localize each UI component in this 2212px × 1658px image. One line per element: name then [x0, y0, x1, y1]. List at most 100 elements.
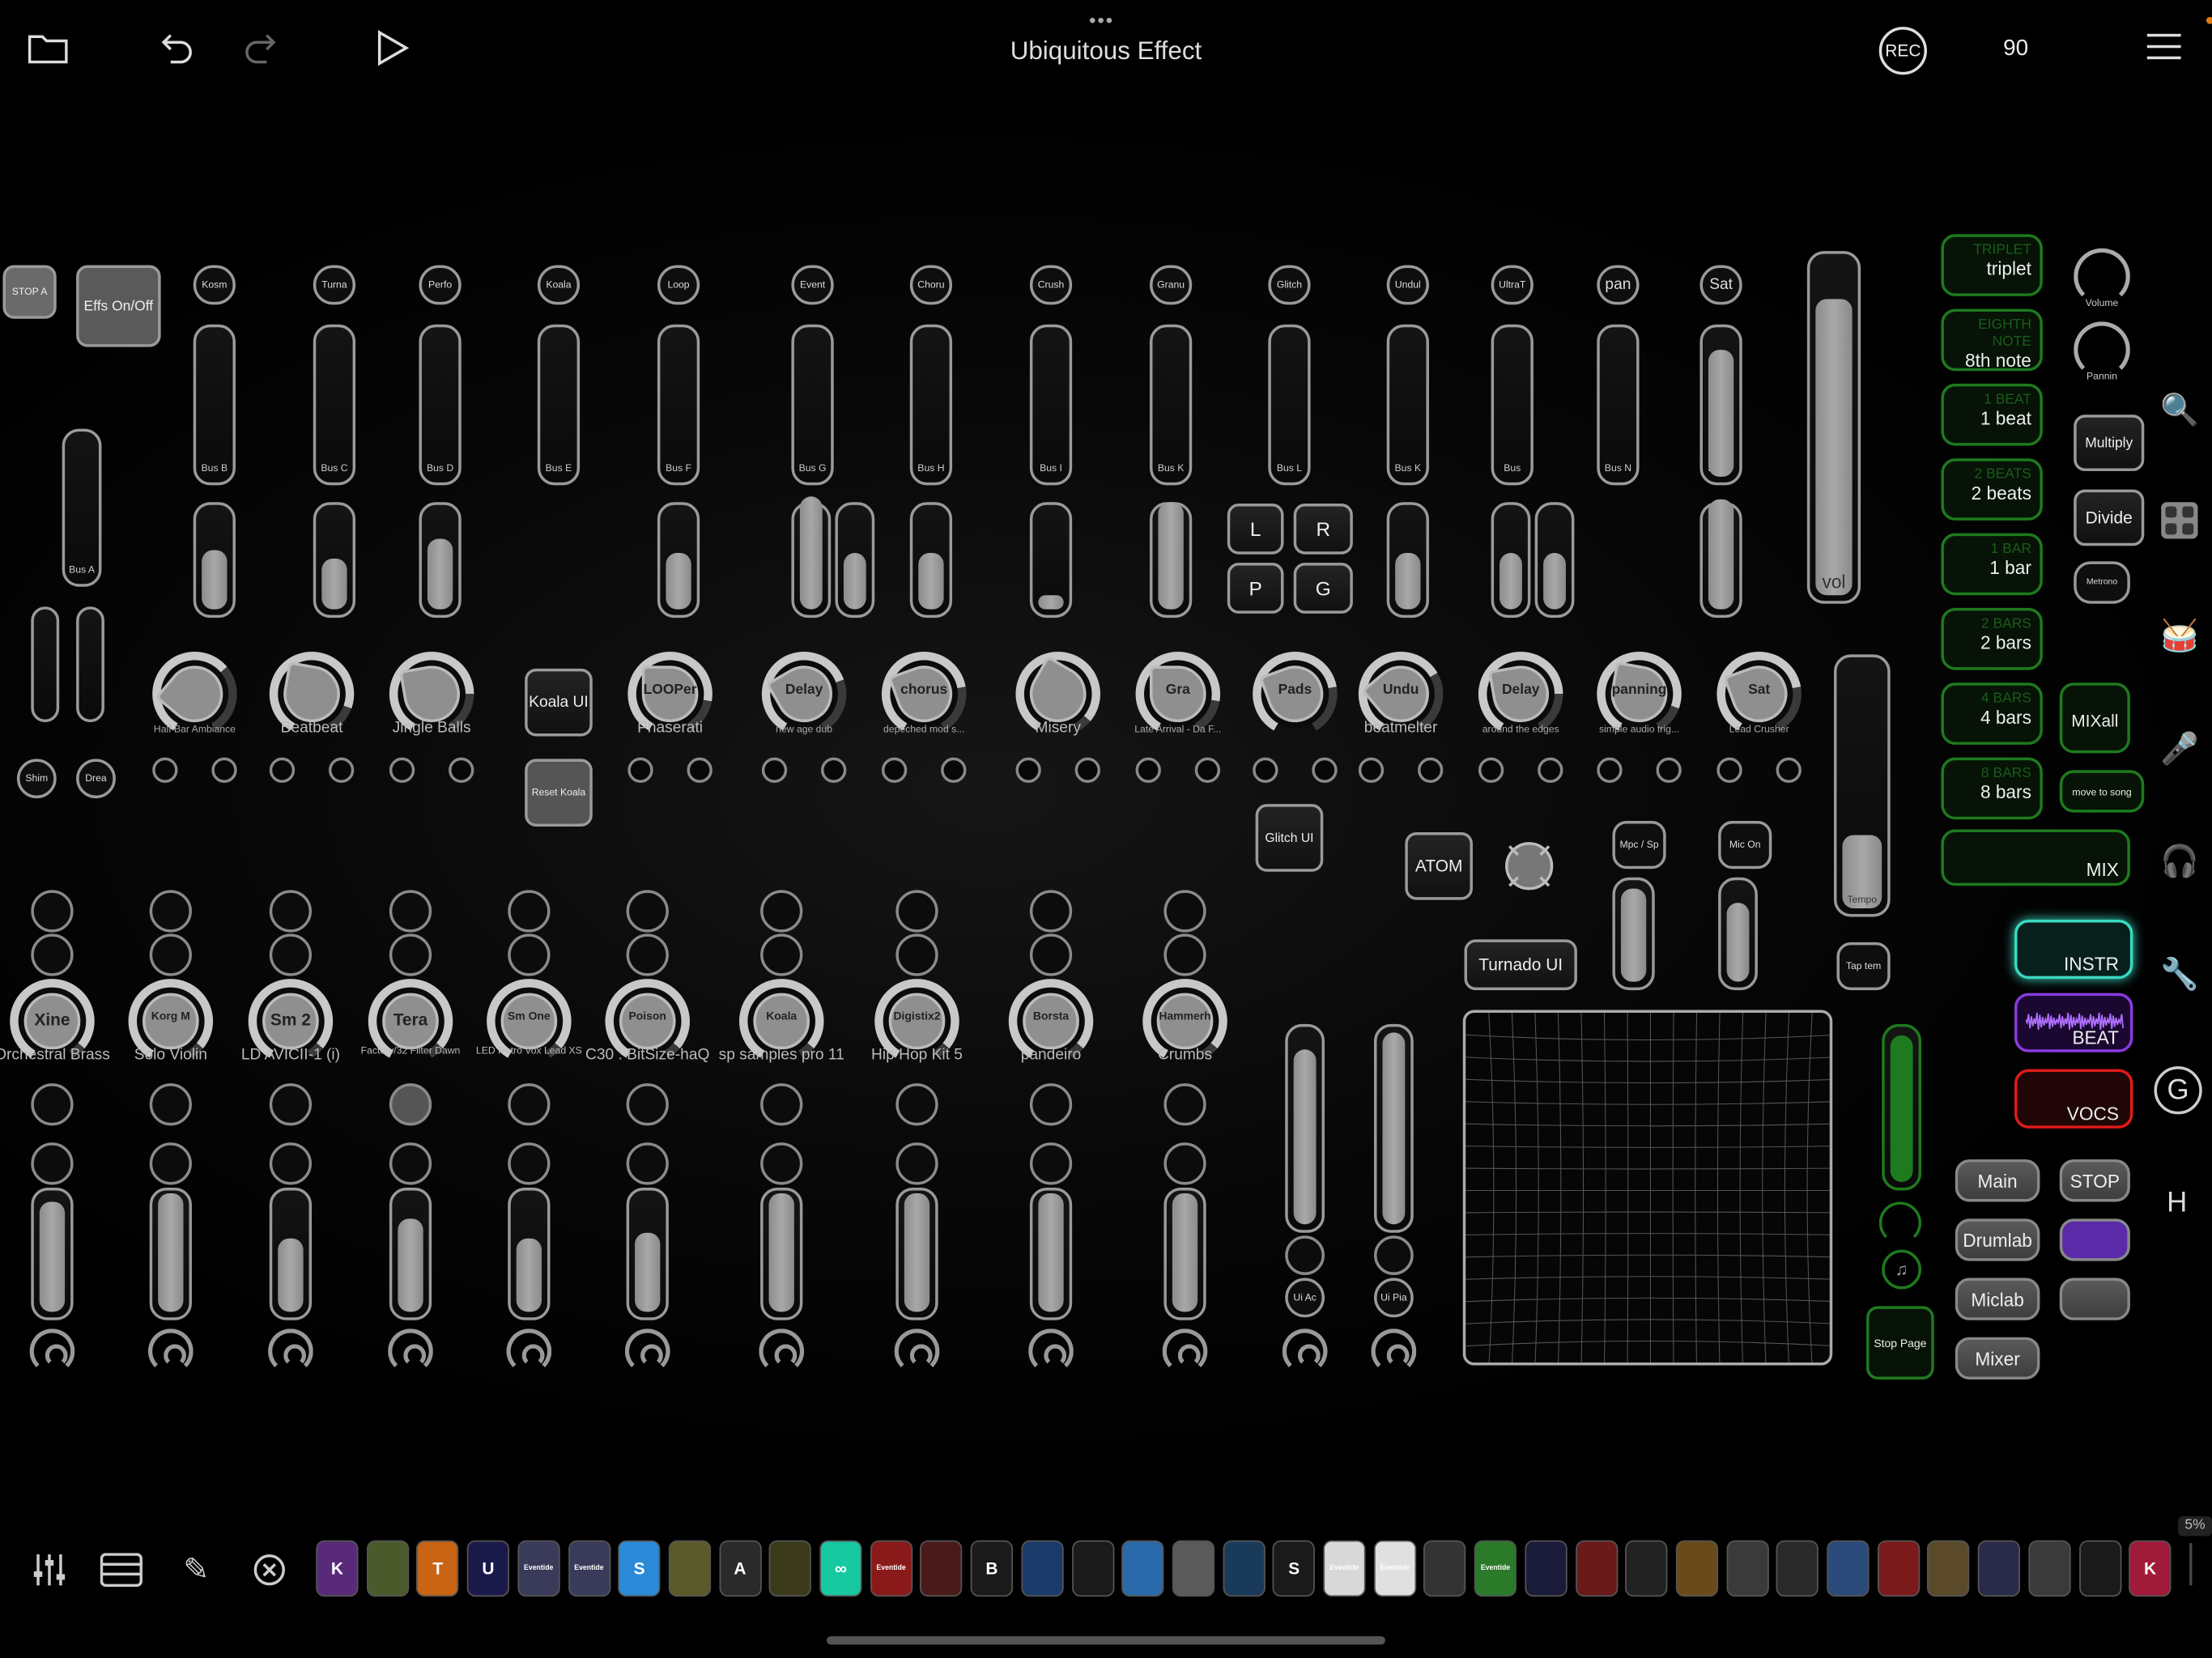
instr-slot-d-7[interactable]: [895, 1142, 938, 1185]
bus-level-fader-10[interactable]: [1386, 502, 1429, 619]
dock-app-27[interactable]: [1675, 1540, 1718, 1597]
instr-slot-d-9[interactable]: [1163, 1142, 1206, 1185]
instr-slot-b-3[interactable]: [389, 933, 432, 976]
instrument-pan-knob-6[interactable]: [759, 1329, 805, 1375]
bus-send-fader-0[interactable]: Bus B: [193, 324, 236, 486]
bus-name-7[interactable]: Crush: [1029, 265, 1073, 305]
fader-drea[interactable]: [76, 606, 104, 723]
bus-send-fader-4[interactable]: Bus F: [657, 324, 700, 486]
bus-level-fader-2[interactable]: [419, 502, 462, 619]
instr-slot-b-6[interactable]: [760, 933, 803, 976]
g-button[interactable]: G: [1293, 563, 1353, 614]
instrument-pan-knob-4[interactable]: [506, 1329, 552, 1375]
fx-ring-right-3[interactable]: [687, 757, 713, 783]
dock-app-22[interactable]: [1423, 1540, 1466, 1597]
dock-app-34[interactable]: [2028, 1540, 2071, 1597]
instrument-pan-knob-2[interactable]: [268, 1329, 313, 1375]
stop-page-button[interactable]: Stop Page: [1866, 1306, 1934, 1380]
instr-slot-b-9[interactable]: [1163, 933, 1206, 976]
ui-pia-slot[interactable]: [1374, 1235, 1414, 1276]
ui-pia-fader[interactable]: [1374, 1023, 1414, 1233]
bus-name-9[interactable]: Glitch: [1268, 265, 1311, 305]
bus-send-fader-6[interactable]: Bus H: [909, 324, 953, 486]
effs-toggle-button[interactable]: Effs On/Off: [76, 265, 161, 347]
dock-app-28[interactable]: [1725, 1540, 1769, 1597]
stop-a-button[interactable]: STOP A: [2, 265, 57, 319]
instr-slot-d-6[interactable]: [760, 1142, 803, 1185]
bus-level-fader-4[interactable]: [657, 502, 700, 619]
instrument-pan-knob-5[interactable]: [624, 1329, 670, 1375]
microphone-icon[interactable]: 🎤: [2159, 728, 2201, 770]
wrench-icon[interactable]: 🔧: [2159, 954, 2201, 996]
dock-app-0[interactable]: K: [316, 1540, 359, 1597]
fx-ring-right-2[interactable]: [449, 757, 474, 783]
bus-send-fader-5[interactable]: Bus G: [791, 324, 834, 486]
xy-pad[interactable]: [1462, 1010, 1833, 1366]
instr-slot-c-3[interactable]: [389, 1083, 432, 1126]
instr-slot-c-6[interactable]: [760, 1083, 803, 1126]
note-length-button-5[interactable]: 2 BARS 2 bars: [1941, 607, 2043, 670]
grid-pads-icon[interactable]: [2159, 500, 2201, 542]
fx-knob-8[interactable]: Pads: [1253, 651, 1338, 737]
dock-app-2[interactable]: T: [416, 1540, 459, 1597]
dock-app-36[interactable]: K: [2129, 1540, 2172, 1597]
bus-name-2[interactable]: Perfo: [419, 265, 462, 305]
instrument-fader-1[interactable]: [149, 1188, 192, 1320]
bus-level-fader-7[interactable]: [1029, 502, 1073, 619]
instr-slot-a-8[interactable]: [1029, 890, 1073, 933]
dock-app-29[interactable]: [1776, 1540, 1819, 1597]
l-button[interactable]: L: [1227, 504, 1284, 555]
ui-pia-button[interactable]: Ui Pia: [1374, 1278, 1414, 1318]
dock-app-19[interactable]: S: [1273, 1540, 1316, 1597]
instr-slot-a-5[interactable]: [626, 890, 669, 933]
mixall-button[interactable]: MIXall: [2059, 682, 2130, 754]
ui-ac-fader[interactable]: [1285, 1023, 1325, 1233]
bus-a-fader[interactable]: Bus A: [62, 428, 102, 587]
instrument-pan-knob-3[interactable]: [388, 1329, 433, 1375]
dock-app-12[interactable]: [920, 1540, 963, 1597]
instr-slot-d-2[interactable]: [269, 1142, 313, 1185]
fx-knob-11[interactable]: panning: [1597, 651, 1682, 737]
fx-ring-left-9[interactable]: [1358, 757, 1385, 783]
instr-slot-c-8[interactable]: [1029, 1083, 1073, 1126]
mic-fader[interactable]: [1718, 877, 1758, 991]
drumlab-page-button[interactable]: Drumlab: [1955, 1218, 2040, 1261]
instr-slot-d-0[interactable]: [31, 1142, 74, 1185]
note-length-button-4[interactable]: 1 BAR 1 bar: [1941, 533, 2043, 596]
dock-app-17[interactable]: [1172, 1540, 1214, 1597]
fx-ring-left-1[interactable]: [269, 757, 296, 783]
fx-knob-4[interactable]: Delay: [761, 651, 847, 737]
instrument-fader-6[interactable]: [760, 1188, 803, 1320]
bus-send-fader-9[interactable]: Bus L: [1268, 324, 1311, 486]
instr-mode-button[interactable]: INSTR: [2014, 919, 2133, 980]
fx-ring-left-3[interactable]: [627, 757, 653, 783]
instr-slot-b-0[interactable]: [31, 933, 74, 976]
bus-send-fader-12[interactable]: Bus N: [1597, 324, 1640, 486]
dock-app-16[interactable]: [1121, 1540, 1164, 1597]
vocs-mode-button[interactable]: VOCS: [2014, 1069, 2133, 1129]
dock-app-32[interactable]: [1927, 1540, 1970, 1597]
dock-app-3[interactable]: U: [466, 1540, 510, 1597]
mixer-sliders-icon[interactable]: [28, 1549, 70, 1591]
bus-level-fader-11-b[interactable]: [1534, 502, 1575, 619]
divide-button[interactable]: Divide: [2074, 489, 2145, 546]
master-volume-fader[interactable]: vol: [1806, 251, 1861, 604]
bus-level-fader-13[interactable]: [1699, 499, 1742, 619]
fx-ring-left-0[interactable]: [152, 757, 178, 783]
mixer-page-button[interactable]: Mixer: [1955, 1337, 2040, 1380]
dock-app-20[interactable]: Eventide: [1323, 1540, 1366, 1597]
instr-slot-a-4[interactable]: [508, 890, 551, 933]
dock-app-33[interactable]: [1977, 1540, 2021, 1597]
instr-slot-c-9[interactable]: [1163, 1083, 1206, 1126]
dock-app-31[interactable]: [1877, 1540, 1920, 1597]
bus-send-fader-11[interactable]: Bus: [1491, 324, 1534, 486]
main-page-button[interactable]: Main: [1955, 1159, 2040, 1202]
instrument-pan-knob-8[interactable]: [1028, 1329, 1074, 1375]
fx-ring-right-5[interactable]: [941, 757, 967, 783]
ui-pia-knob[interactable]: [1371, 1329, 1417, 1375]
bus-level-fader-6[interactable]: [909, 502, 953, 619]
fx-ring-left-8[interactable]: [1253, 757, 1278, 783]
dock-app-21[interactable]: Eventide: [1373, 1540, 1416, 1597]
instrument-pan-knob-7[interactable]: [894, 1329, 940, 1375]
instr-slot-c-0[interactable]: [31, 1083, 74, 1126]
